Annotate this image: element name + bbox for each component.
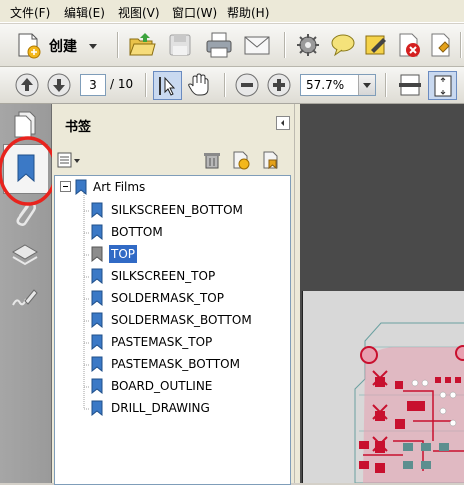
- menu-view[interactable]: 视图(V): [118, 4, 160, 21]
- create-doc-icon: [18, 33, 41, 59]
- menu-help[interactable]: 帮助(H): [227, 4, 269, 21]
- bookmark-icon: [91, 290, 103, 306]
- chevron-down-icon: [363, 83, 371, 88]
- bookmark-item[interactable]: SILKSCREEN_TOP: [88, 266, 288, 286]
- page-canvas: [302, 291, 464, 483]
- bookmark-item[interactable]: BOTTOM: [88, 222, 288, 242]
- hand-tool-icon[interactable]: [186, 72, 212, 98]
- bookmark-from-selection-icon[interactable]: [260, 150, 280, 170]
- bookmark-root[interactable]: Art Films: [70, 177, 190, 197]
- minus-icon: [63, 186, 68, 187]
- forms-icon[interactable]: [428, 32, 454, 58]
- fit-page-icon: [434, 75, 452, 97]
- gear-icon[interactable]: [296, 33, 320, 57]
- pcb-artwork: [354, 322, 464, 483]
- bookmark-item[interactable]: TOP: [88, 244, 288, 264]
- bookmark-icon: [91, 400, 103, 416]
- options-list-icon: [57, 152, 80, 168]
- fit-page-button[interactable]: [428, 71, 457, 100]
- fit-width-icon[interactable]: [397, 72, 423, 98]
- bookmark-item-label: SILKSCREEN_BOTTOM: [111, 203, 243, 217]
- create-label: 创建: [49, 39, 77, 55]
- menu-file[interactable]: 文件(F): [10, 4, 50, 21]
- bookmark-item[interactable]: PASTEMASK_BOTTOM: [88, 354, 288, 374]
- zoom-value: 57.7%: [306, 78, 345, 92]
- zoom-out-icon[interactable]: [234, 72, 260, 98]
- bookmark-icon: [91, 246, 103, 262]
- zoom-in-icon[interactable]: [266, 72, 292, 98]
- menu-bar: 文件(F) 编辑(E) 视图(V) 窗口(W) 帮助(H): [0, 0, 464, 23]
- layers-icon[interactable]: [11, 241, 39, 269]
- bookmark-root-label: Art Films: [93, 180, 146, 194]
- bookmark-item-label: SILKSCREEN_TOP: [111, 269, 216, 283]
- options-menu-button[interactable]: [56, 150, 82, 170]
- bookmark-icon: [91, 224, 103, 240]
- menu-edit[interactable]: 编辑(E): [64, 4, 105, 21]
- bookmark-item[interactable]: BOARD_OUTLINE: [88, 376, 288, 396]
- comment-icon[interactable]: [330, 33, 356, 57]
- signatures-icon[interactable]: [11, 285, 39, 311]
- page-down-icon[interactable]: [46, 72, 72, 98]
- bookmark-icon: [91, 268, 103, 284]
- bookmark-icon: [91, 378, 103, 394]
- sign-icon[interactable]: [363, 32, 389, 58]
- collapse-panel-button[interactable]: [276, 116, 290, 130]
- chevron-down-icon: [89, 44, 97, 49]
- delete-icon[interactable]: [202, 150, 222, 170]
- bookmark-icon: [75, 179, 87, 195]
- panel-title: 书签: [65, 120, 92, 135]
- bookmark-item[interactable]: SOLDERMASK_TOP: [88, 288, 288, 308]
- chevron-left-icon: [281, 120, 284, 126]
- cursor-arrow-icon: [159, 76, 176, 96]
- bookmark-item-label: SOLDERMASK_BOTTOM: [111, 313, 252, 327]
- page-number-input[interactable]: 3: [80, 74, 106, 96]
- print-icon[interactable]: [205, 31, 233, 59]
- bookmark-item-label: PASTEMASK_TOP: [111, 335, 213, 349]
- bookmark-icon: [91, 312, 103, 328]
- create-button[interactable]: 创建: [12, 31, 104, 59]
- page-total-label: / 10: [110, 77, 134, 91]
- navigation-toolbar: 3 / 10 57.7%: [0, 67, 464, 104]
- bookmark-item-label: BOARD_OUTLINE: [111, 379, 213, 393]
- bookmark-item-label: DRILL_DRAWING: [111, 401, 210, 415]
- open-folder-icon[interactable]: [128, 31, 156, 59]
- bookmark-icon: [91, 356, 103, 372]
- bookmark-item-label: TOP: [109, 245, 138, 263]
- bookmark-item[interactable]: SILKSCREEN_BOTTOM: [88, 200, 288, 220]
- bookmark-item-label: SOLDERMASK_TOP: [111, 291, 224, 305]
- bookmark-item[interactable]: SOLDERMASK_BOTTOM: [88, 310, 288, 330]
- bookmark-icon: [91, 202, 103, 218]
- bookmark-item-label: BOTTOM: [111, 225, 163, 239]
- bookmark-item[interactable]: PASTEMASK_TOP: [88, 332, 288, 352]
- new-bookmark-icon[interactable]: [230, 150, 250, 170]
- zoom-combobox[interactable]: 57.7%: [300, 74, 376, 96]
- email-icon[interactable]: [243, 31, 271, 59]
- main-toolbar: 创建: [0, 24, 464, 67]
- secure-icon[interactable]: [396, 32, 422, 58]
- page-up-icon[interactable]: [14, 72, 40, 98]
- bookmark-item-label: PASTEMASK_BOTTOM: [111, 357, 240, 371]
- select-tool-button[interactable]: [153, 71, 182, 100]
- menu-window[interactable]: 窗口(W): [172, 4, 217, 21]
- document-view: [300, 104, 464, 483]
- bookmark-icon: [91, 334, 103, 350]
- bookmark-item[interactable]: DRILL_DRAWING: [88, 398, 288, 418]
- zoom-dropdown-button[interactable]: [358, 75, 375, 95]
- save-icon[interactable]: [167, 32, 193, 58]
